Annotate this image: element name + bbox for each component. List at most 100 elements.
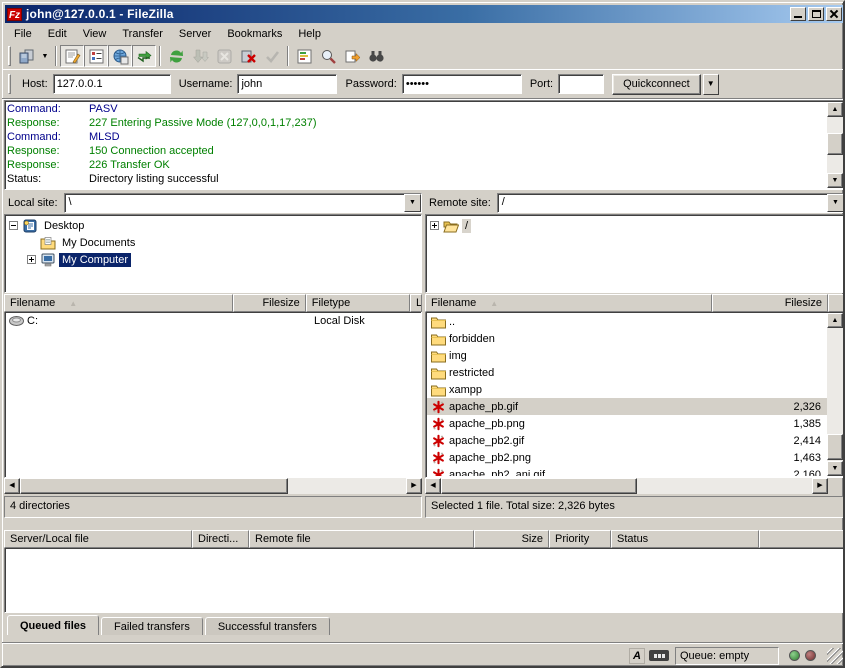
transfer-type-icon[interactable]: A	[629, 648, 645, 664]
local-site-value: \	[65, 194, 404, 212]
local-hscrollbar[interactable]: ◀ ▶	[4, 478, 422, 494]
scroll-down-icon[interactable]: ▼	[827, 173, 843, 188]
remote-hscrollbar[interactable]: ◀ ▶	[425, 478, 828, 494]
remote-file-row[interactable]: forbidden	[427, 330, 827, 347]
scroll-right-icon[interactable]: ▶	[406, 478, 422, 494]
toggle-remote-tree-button[interactable]	[108, 45, 132, 67]
menu-bookmarks[interactable]: Bookmarks	[219, 26, 290, 42]
disconnect-button[interactable]	[236, 45, 260, 67]
menu-edit[interactable]: Edit	[40, 26, 75, 42]
tree-item-my-computer[interactable]: My Computer	[7, 251, 419, 268]
directory-comparison-button[interactable]	[292, 45, 316, 67]
port-input[interactable]	[558, 74, 604, 94]
queue-col-remote-file[interactable]: Remote file	[249, 530, 474, 548]
log-scrollbar[interactable]: ▲ ▼	[827, 102, 843, 188]
remote-hscroll-thumb[interactable]	[441, 478, 637, 494]
remote-col-filename[interactable]: Filename▲	[425, 294, 712, 312]
tab-failed-transfers[interactable]: Failed transfers	[101, 617, 203, 635]
menu-file[interactable]: File	[6, 26, 40, 42]
scroll-left-icon[interactable]: ◀	[4, 478, 20, 494]
tree-item-my-documents[interactable]: My Documents	[7, 234, 419, 251]
remote-file-row[interactable]: restricted	[427, 364, 827, 381]
queue-col-status[interactable]: Status	[611, 530, 759, 548]
quickconnect-grip[interactable]	[8, 74, 11, 94]
local-file-row[interactable]: C: Local Disk	[5, 312, 421, 329]
cancel-operation-button[interactable]	[212, 45, 236, 67]
sort-ascending-icon: ▲	[69, 299, 77, 308]
toggle-local-tree-button[interactable]	[84, 45, 108, 67]
speed-limit-icon[interactable]	[649, 650, 669, 661]
minimize-button[interactable]	[790, 7, 806, 21]
process-queue-button[interactable]	[188, 45, 212, 67]
local-col-filesize[interactable]: Filesize	[233, 294, 306, 312]
filter-button[interactable]	[340, 45, 364, 67]
scroll-up-icon[interactable]: ▲	[827, 313, 843, 328]
queue-col-size[interactable]: Size	[474, 530, 549, 548]
expand-icon[interactable]	[430, 221, 439, 230]
remote-file-row[interactable]: apache_pb2.png 1,463	[427, 449, 827, 466]
menu-help[interactable]: Help	[290, 26, 329, 42]
local-col-filetype[interactable]: Filetype	[306, 294, 410, 312]
remote-file-row[interactable]: apache_pb2.gif 2,414	[427, 432, 827, 449]
remote-vscrollbar[interactable]: ▲ ▼	[827, 313, 843, 476]
host-input[interactable]	[53, 74, 171, 94]
local-col-lastmodified[interactable]: L	[410, 294, 422, 312]
tab-successful-transfers[interactable]: Successful transfers	[205, 617, 330, 635]
reconnect-button[interactable]	[260, 45, 284, 67]
remote-vscroll-thumb[interactable]	[827, 434, 843, 460]
quickconnect-dropdown-button[interactable]: ▼	[703, 74, 719, 95]
queue-col-direction[interactable]: Directi...	[192, 530, 249, 548]
remote-file-row[interactable]: apache_pb.png 1,385	[427, 415, 827, 432]
toggle-queue-button[interactable]	[132, 45, 156, 67]
tab-queued-files[interactable]: Queued files	[7, 615, 99, 635]
remote-site-bar: Remote site: / ▼	[425, 192, 845, 213]
password-input[interactable]	[402, 74, 522, 94]
log-scrollbar-thumb[interactable]	[827, 133, 843, 155]
toggle-log-button[interactable]	[60, 45, 84, 67]
chevron-down-icon[interactable]: ▼	[404, 194, 421, 212]
synchronized-browsing-button[interactable]	[316, 45, 340, 67]
menu-transfer[interactable]: Transfer	[114, 26, 171, 42]
remote-file-row[interactable]: apache_pb2_ani.gif 2,160	[427, 466, 827, 476]
queue-col-priority[interactable]: Priority	[549, 530, 611, 548]
local-site-combo[interactable]: \ ▼	[64, 193, 422, 213]
site-manager-button[interactable]	[14, 45, 38, 67]
scroll-down-icon[interactable]: ▼	[827, 461, 843, 476]
message-log-pane[interactable]: Command:PASV Response:227 Entering Passi…	[5, 101, 844, 189]
collapse-icon[interactable]	[9, 221, 18, 230]
window-title: john@127.0.0.1 - FileZilla	[26, 7, 788, 21]
remote-file-row[interactable]: ..	[427, 313, 827, 330]
title-bar[interactable]: Fz john@127.0.0.1 - FileZilla	[5, 5, 844, 23]
scroll-up-icon[interactable]: ▲	[827, 102, 843, 117]
toggle-local-tree-icon	[88, 48, 105, 65]
remote-file-row[interactable]: xampp	[427, 381, 827, 398]
expand-icon[interactable]	[27, 255, 36, 264]
toolbar-grip[interactable]	[8, 46, 11, 66]
scroll-left-icon[interactable]: ◀	[425, 478, 441, 494]
site-manager-dropdown-button[interactable]: ▼	[38, 45, 52, 67]
quickconnect-button[interactable]: Quickconnect	[612, 74, 701, 95]
local-site-bar: Local site: \ ▼	[4, 192, 422, 213]
menu-server[interactable]: Server	[171, 26, 219, 42]
close-button[interactable]	[826, 7, 842, 21]
remote-file-row-selected[interactable]: apache_pb.gif 2,326	[427, 398, 827, 415]
maximize-button[interactable]	[808, 7, 824, 21]
find-files-button[interactable]	[364, 45, 388, 67]
local-col-filename[interactable]: Filename▲	[4, 294, 233, 312]
transfer-queue-list[interactable]	[4, 548, 845, 613]
tree-item-root[interactable]: /	[428, 217, 842, 234]
menu-view[interactable]: View	[75, 26, 115, 42]
quickconnect-bar: Host: Username: Password: Port: Quickcon…	[2, 70, 845, 99]
activity-led-red-icon	[805, 650, 816, 661]
tree-item-desktop[interactable]: Desktop	[7, 217, 419, 234]
username-input[interactable]	[237, 74, 337, 94]
refresh-button[interactable]	[164, 45, 188, 67]
local-hscroll-thumb[interactable]	[20, 478, 288, 494]
resize-grip[interactable]	[827, 648, 843, 664]
remote-file-row[interactable]: img	[427, 347, 827, 364]
chevron-down-icon[interactable]: ▼	[827, 194, 844, 212]
remote-col-filesize[interactable]: Filesize	[712, 294, 828, 312]
scroll-right-icon[interactable]: ▶	[812, 478, 828, 494]
queue-col-server-local-file[interactable]: Server/Local file	[4, 530, 192, 548]
remote-site-combo[interactable]: / ▼	[497, 193, 845, 213]
